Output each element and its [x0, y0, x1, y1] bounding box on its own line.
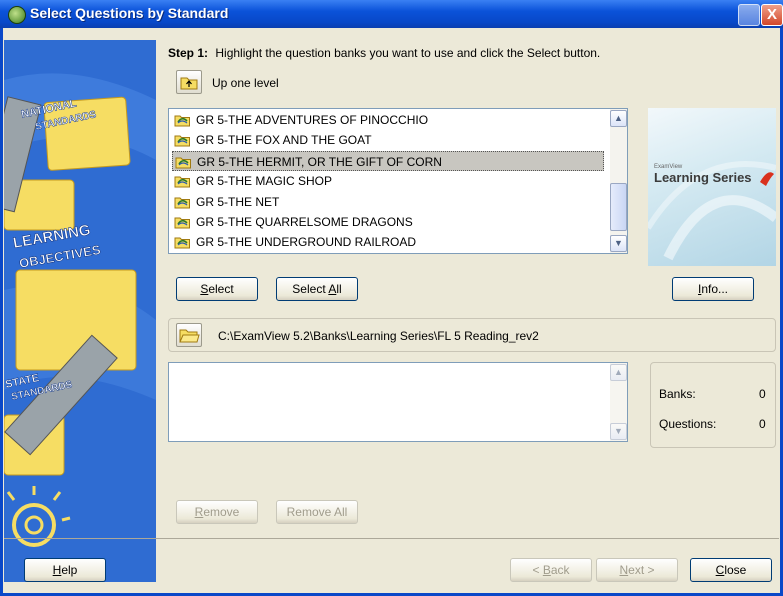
question-bank-list[interactable]: GR 5-THE ADVENTURES OF PINOCCHIO GR 5-THE… [168, 108, 628, 254]
bank-list-item[interactable]: GR 5-THE ADVENTURES OF PINOCCHIO [172, 110, 604, 130]
select-button[interactable]: Select [176, 277, 258, 301]
bank-path: C:\ExamView 5.2\Banks\Learning Series\FL… [218, 329, 539, 343]
bank-list-item[interactable]: GR 5-THE MAGIC SHOP [172, 171, 604, 191]
bank-label: GR 5-THE QUARRELSOME DRAGONS [196, 215, 413, 229]
bank-icon [175, 157, 191, 169]
bank-label: GR 5-THE HERMIT, OR THE GIFT OF CORN [197, 154, 442, 169]
app-icon [8, 6, 26, 24]
scroll-thumb[interactable] [610, 183, 627, 231]
remove-button[interactable]: Remove [176, 500, 258, 524]
questions-label: Questions: [659, 417, 717, 431]
step-label: Step 1: [168, 46, 209, 60]
browse-folder-button[interactable] [176, 323, 202, 347]
up-one-level-label: Up one level [212, 76, 279, 90]
selected-list-scrollbar[interactable]: ▲ ▼ [610, 363, 627, 441]
bank-icon [174, 135, 190, 147]
next-button[interactable]: Next > [596, 558, 678, 582]
bank-list-item[interactable]: GR 5-THE UNDERGROUND RAILROAD [172, 232, 604, 252]
select-all-button[interactable]: Select All [276, 277, 358, 301]
bank-label: GR 5-THE MAGIC SHOP [196, 174, 333, 189]
scroll-up-arrow[interactable]: ▲ [610, 110, 627, 127]
bank-label: GR 5-THE NET [196, 194, 280, 209]
banks-count: 0 [759, 387, 766, 401]
logo-art: ExamView Learning Series [645, 161, 780, 261]
info-button[interactable]: Info... [672, 277, 754, 301]
up-one-level-button[interactable] [176, 70, 202, 94]
bank-icon [174, 176, 190, 188]
maximize-button[interactable] [738, 4, 760, 26]
banks-label: Banks: [659, 387, 696, 401]
bank-list-item[interactable]: GR 5-THE QUARRELSOME DRAGONS [172, 212, 604, 232]
selected-scroll-up-arrow[interactable]: ▲ [610, 364, 627, 381]
folder-open-icon [179, 329, 200, 343]
scroll-down-arrow[interactable]: ▼ [610, 235, 627, 252]
learning-series-logo: ExamView Learning Series [645, 108, 780, 266]
bank-list-item[interactable]: GR 5-THE FOX AND THE GOAT [172, 130, 604, 150]
bank-icon [174, 197, 190, 209]
window-title: Select Questions by Standard [30, 5, 229, 21]
bank-list-scrollbar[interactable]: ▲ ▼ [610, 109, 627, 253]
bank-icon [174, 115, 190, 127]
sidebar-artwork: NATIONAL STANDARDS LEARNING OBJECTIVES S… [4, 40, 156, 582]
logo-text: Learning Series [654, 170, 752, 185]
bank-label: GR 5-THE UNDERGROUND RAILROAD [196, 235, 417, 250]
step-instruction: Step 1: Highlight the question banks you… [168, 46, 600, 60]
bank-list-item[interactable]: GR 5-THE HERMIT, OR THE GIFT OF CORN [172, 150, 604, 171]
bank-label: GR 5-THE ADVENTURES OF PINOCCHIO [196, 113, 429, 127]
footer-separator [4, 538, 779, 539]
folder-up-icon [180, 77, 198, 90]
selected-scroll-down-arrow[interactable]: ▼ [610, 423, 627, 440]
step-text: Highlight the question banks you want to… [215, 46, 601, 60]
bank-label: GR 5-THE FOX AND THE GOAT [196, 133, 372, 148]
help-button[interactable]: Help [24, 558, 106, 582]
back-button[interactable]: < Back [510, 558, 592, 582]
close-button[interactable]: Close [690, 558, 772, 582]
stats-panel: Banks: 0 Questions: 0 [650, 362, 776, 448]
questions-count: 0 [759, 417, 766, 431]
bank-icon [174, 237, 190, 249]
bank-icon [174, 217, 190, 229]
sidebar-illustration: NATIONAL STANDARDS LEARNING OBJECTIVES S… [4, 40, 156, 582]
bank-list-item[interactable]: GR 5-THE NET [172, 192, 604, 212]
remove-all-button[interactable]: Remove All [276, 500, 358, 524]
close-window-button[interactable]: X [761, 4, 783, 26]
selected-banks-list[interactable]: ▲ ▼ [168, 362, 628, 442]
